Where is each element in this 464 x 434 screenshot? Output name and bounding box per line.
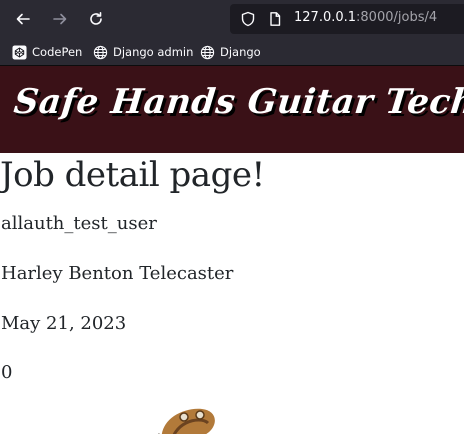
bookmark-codepen[interactable]: CodePen	[12, 44, 82, 60]
url-path: :8000/jobs/4	[356, 10, 438, 25]
page-title: Job detail page!	[0, 155, 265, 195]
bookmark-django[interactable]: Django	[200, 44, 261, 60]
shield-icon[interactable]	[240, 11, 256, 27]
job-user: allauth_test_user	[1, 213, 157, 234]
globe-icon	[200, 45, 215, 59]
arrow-right-icon	[53, 13, 67, 25]
site-header: Safe Hands Guitar Tech	[0, 66, 464, 153]
job-value: 0	[1, 362, 13, 383]
url-host: 127.0.0.1	[294, 10, 357, 25]
reload-button[interactable]	[85, 8, 107, 30]
job-instrument: Harley Benton Telecaster	[1, 263, 234, 284]
brand-logo-link[interactable]: Safe Hands Guitar Tech	[12, 82, 464, 122]
back-button[interactable]	[12, 8, 34, 30]
bookmark-django-admin[interactable]: Django admin	[93, 44, 193, 60]
arrow-left-icon	[16, 13, 30, 25]
url-text[interactable]: 127.0.0.1:8000/jobs/4	[294, 10, 437, 25]
bookmark-label: CodePen	[32, 45, 83, 59]
forward-button[interactable]	[49, 8, 71, 30]
bookmarks-bar: CodePen Django admin Django	[0, 38, 464, 66]
codepen-icon	[12, 44, 27, 60]
page-icon[interactable]	[267, 11, 283, 27]
reload-icon	[90, 12, 102, 25]
job-detail: Job detail page! allauth_test_user Harle…	[0, 153, 464, 434]
job-date: May 21, 2023	[1, 313, 127, 334]
bookmark-label: Django admin	[113, 45, 194, 59]
browser-toolbar: 127.0.0.1:8000/jobs/4	[0, 0, 464, 38]
bookmark-label: Django	[220, 45, 261, 59]
globe-icon	[93, 45, 108, 59]
url-bar[interactable]: 127.0.0.1:8000/jobs/4	[230, 4, 464, 34]
guitar-image	[158, 408, 215, 434]
